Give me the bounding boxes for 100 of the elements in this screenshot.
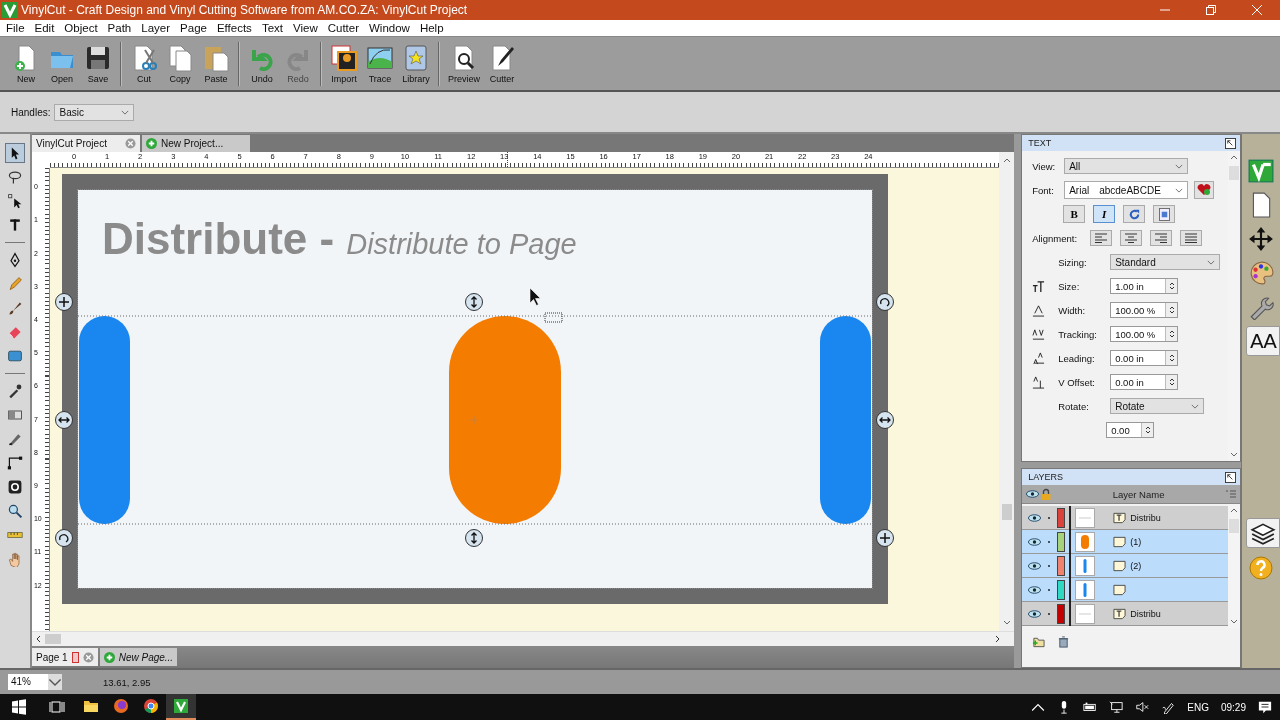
toolbar-button[interactable]: Copy [162,41,198,86]
zoom-dropdown[interactable]: 41% [7,673,63,692]
bold-button[interactable]: B [1063,205,1086,224]
number-field[interactable]: 0.00 in [1110,350,1179,367]
rotate-handle[interactable] [875,293,894,312]
toolbar-button[interactable]: Preview [444,41,484,86]
spinner-arrows-icon[interactable] [1143,425,1152,436]
toolbar-button[interactable]: Cut [126,41,162,86]
spinner-arrows-icon[interactable] [1167,305,1176,316]
help-icon[interactable] [1249,556,1273,581]
scroll-down-icon[interactable] [1230,452,1238,458]
number-field[interactable]: 100.00 % [1110,302,1179,319]
eyedropper-icon[interactable] [6,382,24,401]
close-icon[interactable] [124,138,136,150]
rotate-handle[interactable] [54,529,73,548]
number-field[interactable]: 100.00 % [1110,326,1179,343]
eye-icon[interactable] [1026,490,1040,499]
spinner-arrows-icon[interactable] [1167,281,1176,292]
spinner-arrows-icon[interactable] [1167,377,1176,388]
number-field[interactable]: 1.00 in [1110,278,1179,295]
toolbar-button[interactable]: New [8,41,44,86]
view-dropdown[interactable]: All [1064,158,1189,175]
align-justify-button[interactable] [1180,230,1203,247]
menu-item[interactable]: Object [60,21,104,34]
toolbar-button[interactable]: Paste [198,41,234,86]
eye-icon[interactable] [1028,609,1042,618]
eye-icon[interactable] [1028,537,1042,546]
eye-icon[interactable] [1028,513,1042,522]
layer-color-swatch[interactable] [1057,507,1066,528]
toolbar-button[interactable]: Cutter [484,41,520,86]
angle-field[interactable]: 0.00 [1106,422,1155,439]
menu-item[interactable]: Cutter [323,21,365,34]
lock-icon[interactable] [1041,488,1052,501]
scroll-left-icon[interactable] [35,635,41,644]
sizing-dropdown[interactable]: Standard [1110,254,1221,271]
scroll-down-icon[interactable] [1002,620,1011,626]
menu-item[interactable]: File [2,21,31,34]
toolbar-button[interactable]: Import [326,41,362,86]
resize-handle[interactable] [54,411,73,430]
page-tab[interactable]: New Page... [99,648,178,667]
undock-icon[interactable] [1225,137,1236,149]
battery-icon[interactable] [1083,700,1098,714]
italic-button[interactable]: I [1093,205,1116,224]
menu-item[interactable]: Effects [212,21,258,34]
menu-item[interactable]: Edit [30,21,61,34]
menu-item[interactable]: Page [176,21,213,34]
move-handle[interactable] [875,529,894,548]
clock[interactable]: 09:29 [1220,701,1246,713]
scrollbar-thumb[interactable] [1229,519,1239,534]
align-center-button[interactable] [1120,230,1143,247]
undock-icon[interactable] [1225,471,1236,483]
close-icon[interactable] [82,651,94,663]
trash-icon[interactable] [1057,636,1071,649]
side-tab[interactable]: AA [1246,326,1280,357]
scroll-up-icon[interactable] [1230,508,1238,514]
spinner-arrows-icon[interactable] [1167,353,1176,364]
toolbar-button[interactable]: Undo [244,41,280,86]
scroll-up-icon[interactable] [1230,155,1238,161]
layer-color-swatch[interactable] [1057,579,1066,600]
toolbar-button[interactable]: Open [44,41,80,86]
eye-icon[interactable] [1028,561,1042,570]
eye-icon[interactable] [1028,585,1042,594]
muted-speaker-icon[interactable] [1135,700,1150,714]
layer-row[interactable] [1022,578,1228,603]
pen-icon[interactable] [1161,700,1176,714]
scroll-up-icon[interactable] [1002,157,1011,163]
scrollbar-thumb[interactable] [1001,504,1012,521]
layer-row[interactable]: Distribu [1022,602,1228,627]
scrollbar-thumb[interactable] [44,634,61,645]
menu-item[interactable]: Text [257,21,289,34]
resize-handle[interactable] [464,529,483,548]
taskbar-button[interactable] [166,694,196,720]
number-field[interactable]: 0.00 in [1110,374,1179,391]
network-icon[interactable] [1109,700,1124,714]
layer-row[interactable]: (2) [1022,554,1228,579]
pointer-icon[interactable] [6,144,24,163]
side-tab[interactable] [1246,518,1280,549]
menu-item[interactable]: Help [415,21,450,34]
scroll-down-icon[interactable] [1230,619,1238,625]
layer-color-swatch[interactable] [1057,603,1066,624]
document-tab[interactable]: VinylCut Project [31,135,140,153]
menu-item[interactable]: Path [103,21,138,34]
move-handle[interactable] [54,293,73,312]
language-indicator[interactable]: ENG [1187,701,1209,713]
notifications-icon[interactable] [1258,700,1272,714]
layer-row[interactable]: (1) [1022,530,1228,555]
toolbar-button[interactable]: Library [398,41,434,86]
rotate-dropdown[interactable]: Rotate [1110,398,1205,415]
menu-item[interactable]: Layer [137,21,177,34]
resize-handle[interactable] [464,293,483,312]
layer-row[interactable]: Distribu [1022,506,1228,531]
toolbar-button[interactable]: Trace [362,41,398,86]
handles-dropdown[interactable]: Basic [54,103,135,121]
align-left-button[interactable] [1090,230,1113,247]
scroll-right-icon[interactable] [995,635,1001,644]
font-dropdown[interactable]: Arial abcdeABCDE [1064,181,1189,200]
layer-color-swatch[interactable] [1057,531,1066,552]
menu-item[interactable]: Window [365,21,416,34]
spinner-arrows-icon[interactable] [1167,329,1176,340]
refresh-button[interactable] [1123,205,1146,224]
